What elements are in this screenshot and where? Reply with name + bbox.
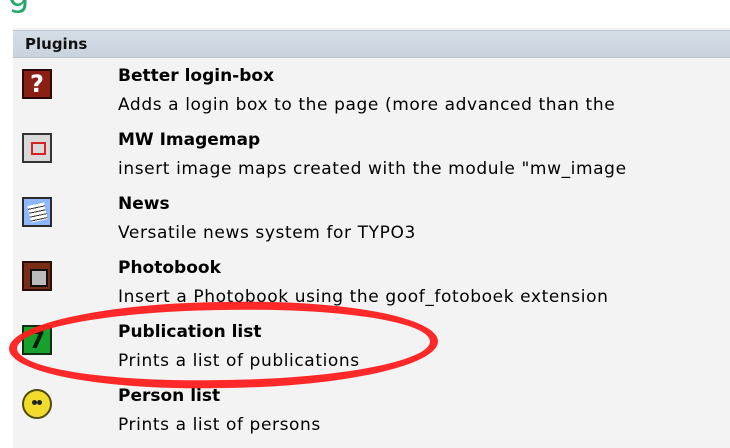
plugin-title-mw-imagemap: MW Imagemap bbox=[118, 130, 261, 150]
plugin-row-person-list[interactable]: Person list Prints a list of persons bbox=[13, 382, 730, 446]
plugin-description-news: Versatile news system for TYPO3 bbox=[118, 223, 416, 243]
plugin-row-news[interactable]: News Versatile news system for TYPO3 bbox=[13, 190, 730, 254]
plugin-description-better-login: Adds a login box to the page (more advan… bbox=[118, 95, 616, 115]
plugins-header: Plugins bbox=[13, 30, 730, 58]
plugin-title-news: News bbox=[118, 194, 170, 214]
plugin-title-better-login: Better login-box bbox=[118, 66, 275, 86]
imagemap-icon bbox=[22, 133, 52, 163]
plugin-title-photobook: Photobook bbox=[118, 258, 221, 278]
plugin-description-mw-imagemap: insert image maps created with the modul… bbox=[118, 159, 627, 179]
plugin-title-person-list: Person list bbox=[118, 386, 221, 406]
question-box-icon: ? bbox=[22, 69, 52, 99]
plugin-description-person-list: Prints a list of persons bbox=[118, 415, 321, 435]
plugin-list: ? Better login-box Adds a login box to t… bbox=[13, 62, 730, 446]
person-icon bbox=[22, 389, 52, 419]
photobook-icon bbox=[22, 261, 52, 291]
top-fragment-text: g bbox=[8, 0, 30, 12]
news-icon bbox=[22, 197, 52, 227]
plugin-row-better-login[interactable]: ? Better login-box Adds a login box to t… bbox=[13, 62, 730, 126]
plugin-row-mw-imagemap[interactable]: MW Imagemap insert image maps created wi… bbox=[13, 126, 730, 190]
